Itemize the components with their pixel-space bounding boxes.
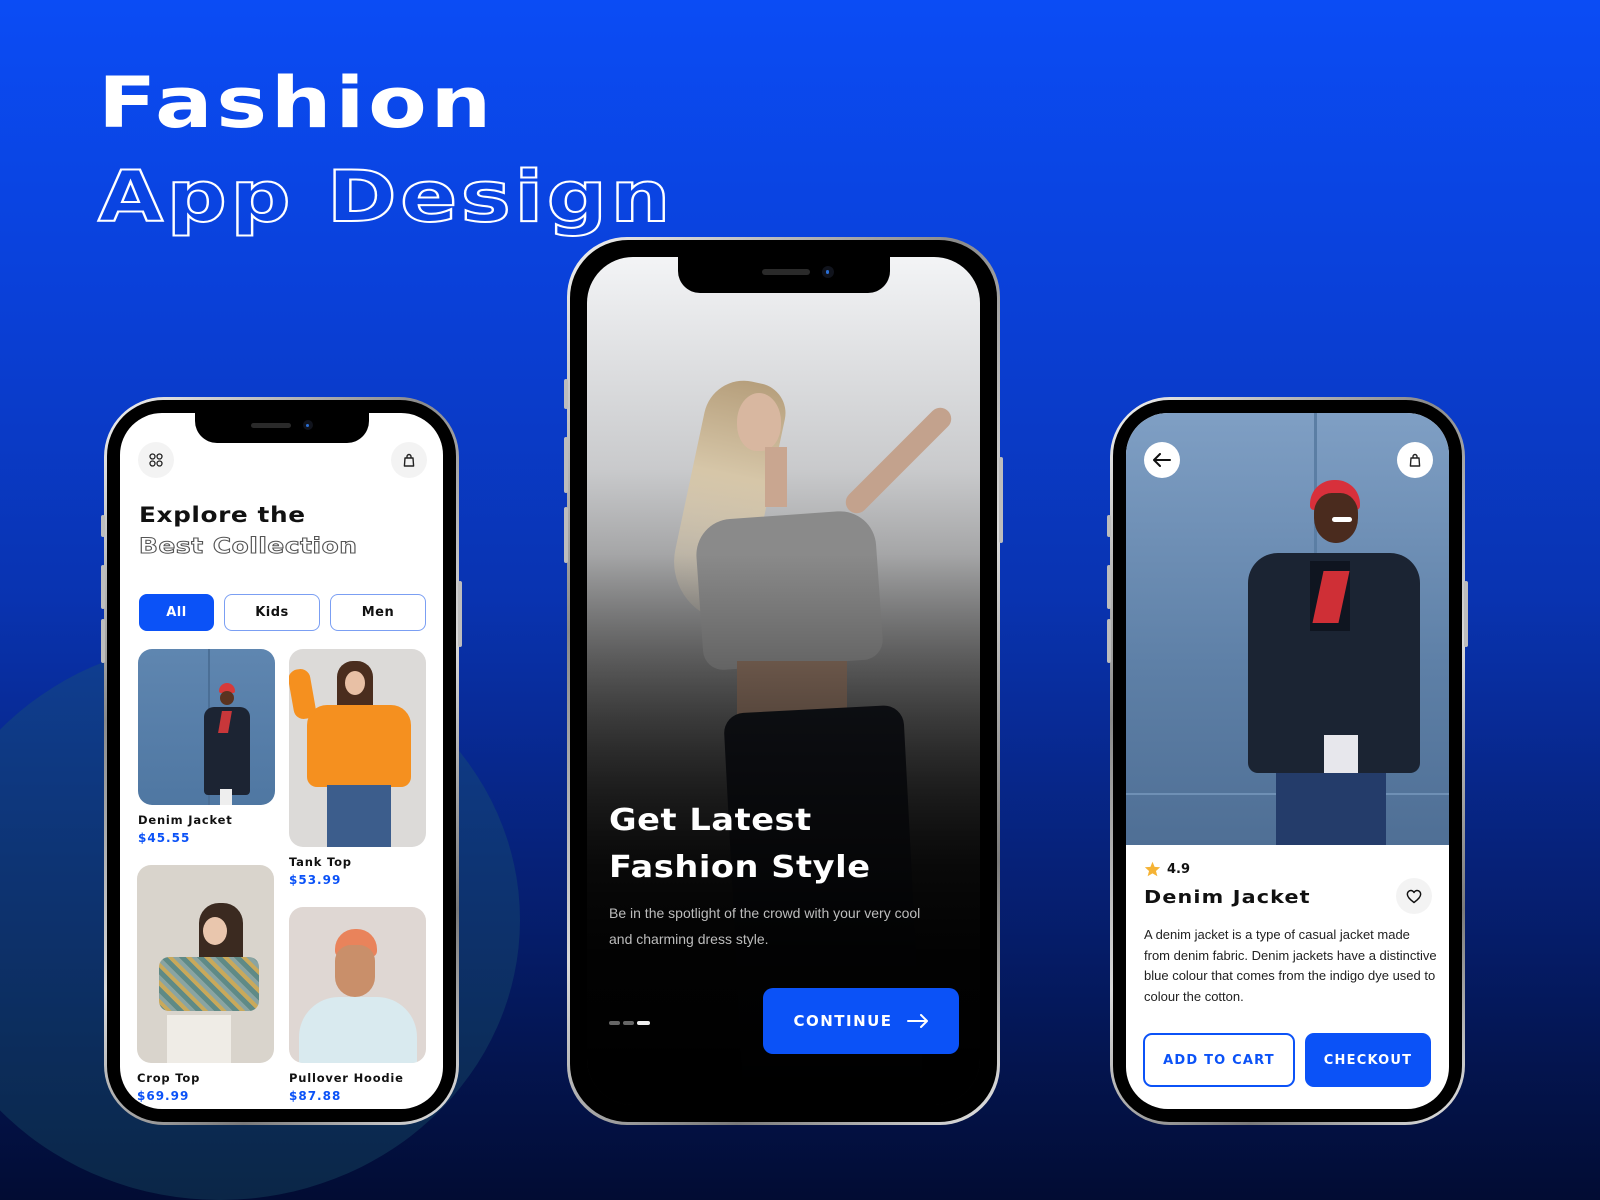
product-image-crop-top [137, 865, 274, 1063]
rating: 4.9 [1144, 861, 1190, 877]
product-card[interactable]: Crop Top $69.99 [137, 865, 274, 1103]
heart-icon [1406, 889, 1422, 903]
category-tabs: All Kids Men [139, 594, 426, 631]
product-card[interactable]: Tank Top $53.99 [289, 649, 426, 887]
phone-onboarding: Get Latest Fashion Style Be in the spotl… [564, 237, 1003, 1125]
product-price: $87.88 [289, 1089, 342, 1103]
product-name: Crop Top [137, 1071, 201, 1085]
onboarding-title-line1: Get Latest [609, 803, 812, 838]
phone-side-button [1107, 619, 1111, 663]
onboarding-description: Be in the spotlight of the crowd with yo… [609, 905, 921, 947]
explore-screen: Explore the Best Collection All Kids Men… [120, 413, 443, 1109]
menu-button[interactable] [138, 442, 174, 478]
shopping-bag-icon [403, 453, 415, 467]
cart-button[interactable] [1397, 442, 1433, 478]
action-buttons: ADD TO CART CHECKOUT [1143, 1033, 1431, 1087]
product-price: $69.99 [137, 1089, 190, 1103]
tab-all[interactable]: All [139, 594, 214, 631]
continue-label: CONTINUE [793, 1012, 893, 1030]
product-name: Tank Top [289, 855, 352, 869]
cart-button[interactable] [391, 442, 427, 478]
phone-side-button [564, 437, 568, 493]
page-dot[interactable] [609, 1021, 620, 1025]
notch [677, 257, 890, 293]
product-image-denim-jacket [138, 649, 275, 805]
product-image-tank-top [289, 649, 426, 847]
product-name: Denim Jacket [138, 813, 233, 827]
continue-button[interactable]: CONTINUE [763, 988, 959, 1054]
phone-side-button [564, 507, 568, 563]
product-price: $45.55 [138, 831, 191, 845]
camera [821, 266, 834, 278]
product-title: Denim Jacket [1144, 887, 1311, 908]
phone-side-button [1107, 565, 1111, 609]
arrow-left-icon [1153, 453, 1171, 467]
arrow-right-icon [906, 1014, 928, 1028]
product-image-denim-jacket [1126, 413, 1449, 845]
speaker [250, 423, 291, 428]
checkout-button[interactable]: CHECKOUT [1305, 1033, 1431, 1087]
onboarding-title-line2: Fashion Style [609, 850, 871, 885]
detail-screen: 4.9 Denim Jacket A denim jacket is a typ… [1126, 413, 1449, 1109]
page-dot[interactable] [623, 1021, 634, 1025]
phone-side-button [564, 379, 568, 409]
explore-subtitle: Best Collection [138, 534, 358, 559]
product-image-pullover-hoodie [289, 907, 426, 1063]
camera [302, 420, 313, 430]
phone-explore: Explore the Best Collection All Kids Men… [101, 397, 462, 1125]
favorite-button[interactable] [1396, 878, 1432, 914]
page-indicator [609, 1021, 650, 1025]
grid-icon [149, 453, 163, 467]
product-card[interactable]: Pullover Hoodie $87.88 [289, 907, 426, 1103]
image-overlay [587, 257, 980, 1105]
product-card[interactable]: Denim Jacket $45.55 [138, 649, 275, 845]
explore-title: Explore the [139, 503, 306, 527]
onboarding-title: Get Latest Fashion Style [609, 797, 871, 891]
tab-men[interactable]: Men [330, 594, 426, 631]
tab-kids[interactable]: Kids [224, 594, 320, 631]
speaker [761, 269, 810, 275]
phone-side-button [458, 581, 462, 647]
product-price: $53.99 [289, 873, 342, 887]
add-to-cart-button[interactable]: ADD TO CART [1143, 1033, 1295, 1087]
hero-title: Fashion [98, 62, 495, 144]
shopping-bag-icon [1409, 453, 1421, 467]
product-description: A denim jacket is a type of casual jacke… [1144, 927, 1437, 1004]
onboarding-screen: Get Latest Fashion Style Be in the spotl… [587, 257, 980, 1105]
product-name: Pullover Hoodie [289, 1071, 404, 1085]
phone-detail: 4.9 Denim Jacket A denim jacket is a typ… [1107, 397, 1468, 1125]
phone-side-button [1464, 581, 1468, 647]
phone-side-button [101, 515, 105, 537]
phone-side-button [101, 565, 105, 609]
phone-side-button [1107, 515, 1111, 537]
notch [194, 413, 369, 443]
back-button[interactable] [1144, 442, 1180, 478]
star-icon [1144, 861, 1161, 877]
phone-side-button [999, 457, 1003, 543]
hero-subtitle: App Design [97, 155, 674, 239]
phone-side-button [101, 619, 105, 663]
rating-value: 4.9 [1167, 861, 1191, 877]
page-dot-active[interactable] [637, 1021, 650, 1025]
